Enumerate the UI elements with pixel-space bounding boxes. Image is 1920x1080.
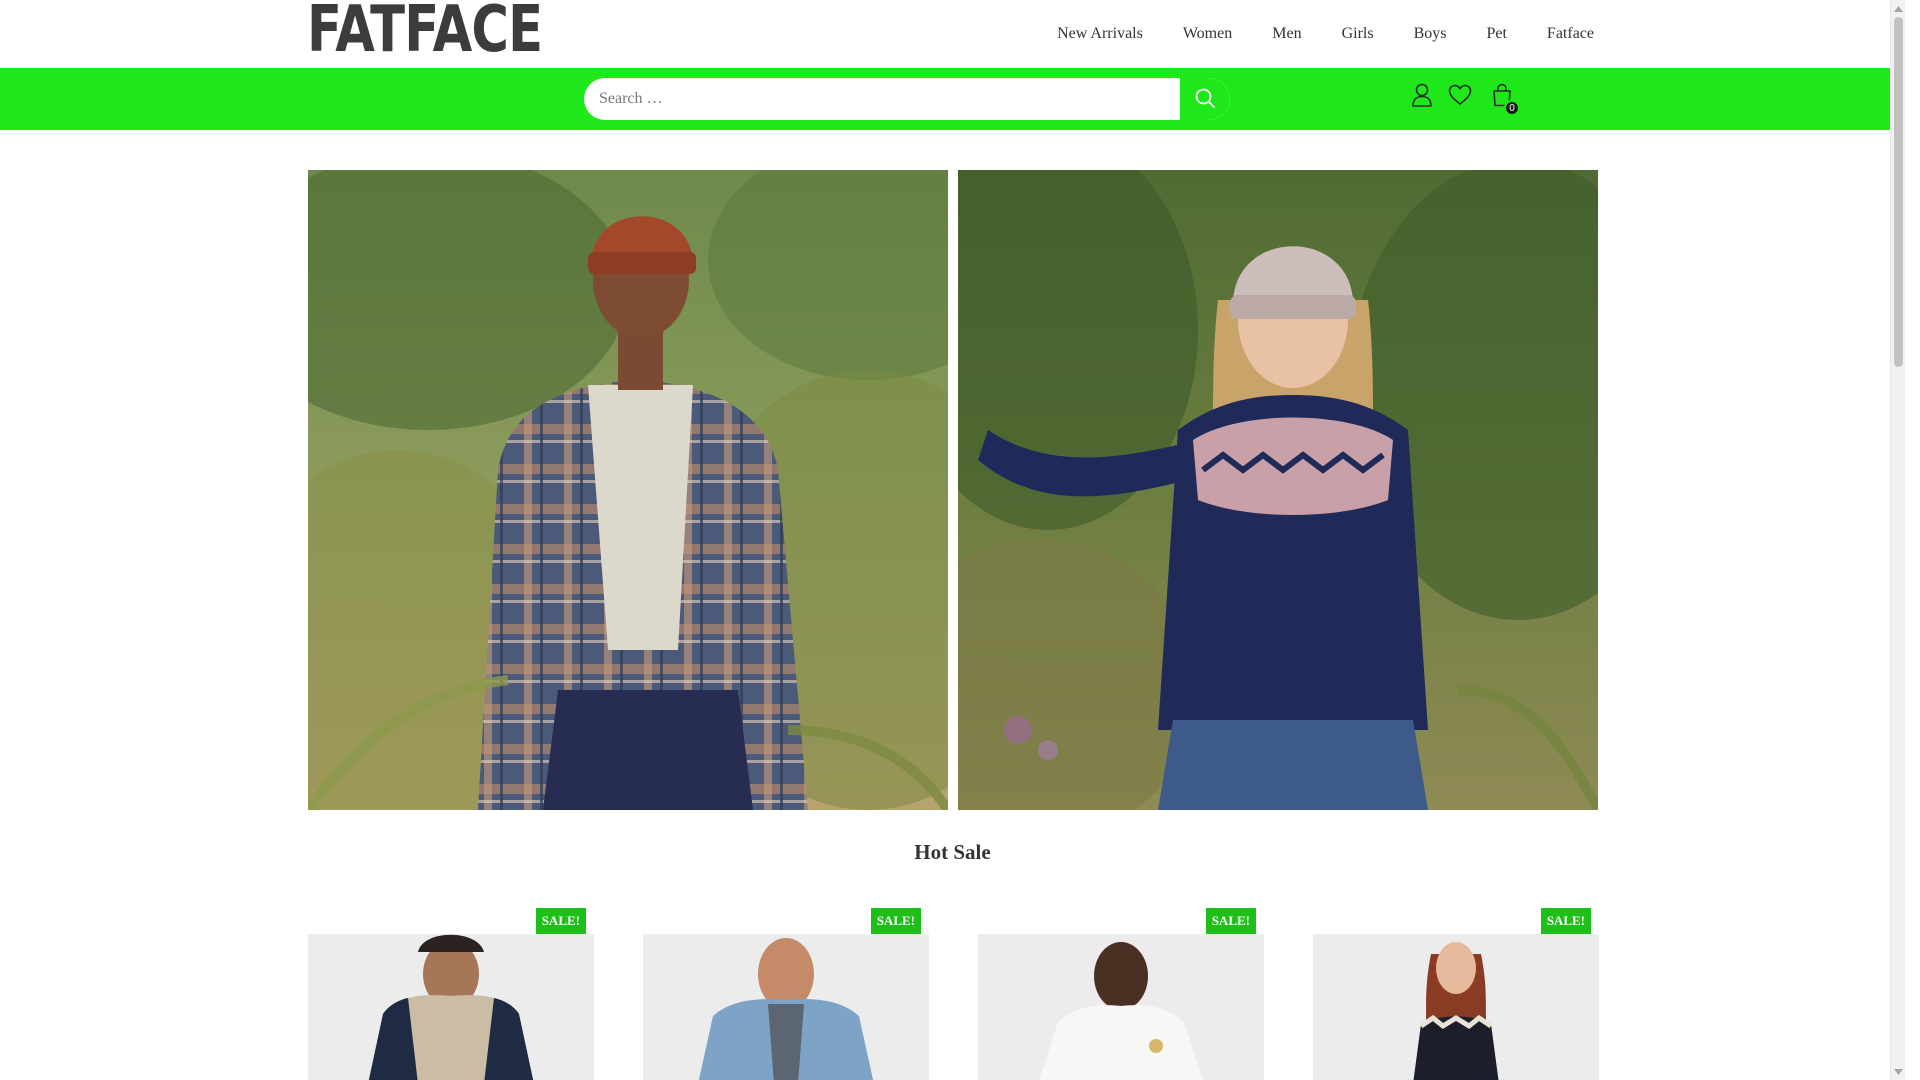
nav-item-fatface[interactable]: Fatface: [1527, 0, 1612, 68]
product-card[interactable]: SALE!: [1313, 908, 1599, 1080]
heart-icon: [1448, 84, 1472, 111]
account-button[interactable]: [1410, 83, 1434, 112]
search-form: [584, 78, 1230, 120]
hero-banner-women[interactable]: [958, 170, 1598, 810]
nav-item-girls[interactable]: Girls: [1322, 0, 1394, 68]
product-image: [978, 934, 1264, 1080]
product-image: [308, 934, 594, 1080]
scroll-down-arrow-icon[interactable]: [1891, 1063, 1906, 1080]
cart-button[interactable]: 0: [1490, 83, 1520, 116]
nav-item-boys[interactable]: Boys: [1394, 0, 1467, 68]
user-icon: [1411, 83, 1433, 112]
product-image: [1313, 934, 1599, 1080]
page-scrollbar[interactable]: [1890, 0, 1905, 1080]
search-input[interactable]: [584, 78, 1180, 120]
hot-sale-title: Hot Sale: [914, 840, 991, 864]
site-header: FATFACE New Arrivals Women Men Girls Boy…: [0, 0, 1905, 68]
sale-badge: SALE!: [535, 908, 586, 934]
product-image: [643, 934, 929, 1080]
scroll-up-arrow-icon[interactable]: [1891, 0, 1906, 17]
product-card[interactable]: SALE!: [308, 908, 594, 1080]
search-icon: [1194, 87, 1216, 112]
product-card[interactable]: SALE!: [643, 908, 929, 1080]
sale-badge: SALE!: [1205, 908, 1256, 934]
wishlist-button[interactable]: [1448, 84, 1472, 110]
page: FATFACE New Arrivals Women Men Girls Boy…: [0, 0, 1905, 1080]
product-card[interactable]: SALE!: [978, 908, 1264, 1080]
cart-count-badge: 0: [1504, 100, 1520, 116]
hero-banner-men[interactable]: [308, 170, 948, 810]
nav-item-women[interactable]: Women: [1163, 0, 1252, 68]
header-actions: 0: [1410, 82, 1520, 116]
sale-badge: SALE!: [1540, 908, 1591, 934]
brand-logo[interactable]: FATFACE: [307, 0, 543, 62]
search-button[interactable]: [1180, 78, 1230, 120]
main-nav: New Arrivals Women Men Girls Boys Pet Fa…: [1037, 0, 1612, 68]
nav-item-new-arrivals[interactable]: New Arrivals: [1037, 0, 1163, 68]
sale-badge: SALE!: [870, 908, 921, 934]
nav-item-men[interactable]: Men: [1252, 0, 1321, 68]
hero-image-women: [958, 170, 1598, 810]
scrollbar-thumb[interactable]: [1894, 17, 1903, 367]
hero-image-men: [308, 170, 948, 810]
nav-item-pet[interactable]: Pet: [1466, 0, 1526, 68]
